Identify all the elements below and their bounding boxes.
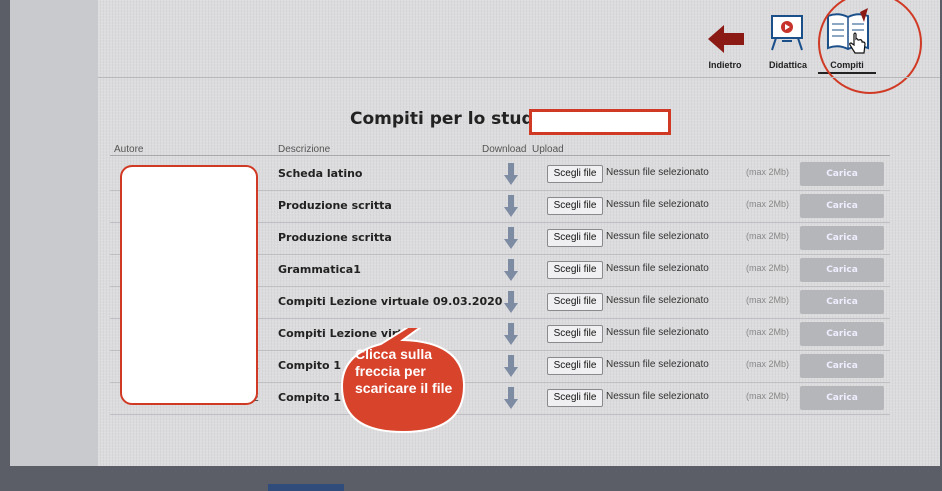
max-size-note: (max 2Mb) (746, 199, 790, 209)
nav-didattica-label: Didattica (768, 60, 807, 70)
app-screen: Indietro Didattica Compiti Compiti per l… (10, 0, 940, 466)
no-file-selected-text: Nessun file selezionato (606, 327, 709, 338)
no-file-selected-text: Nessun file selezionato (606, 391, 709, 402)
didattica-board-icon (771, 15, 803, 51)
download-arrow-icon[interactable] (504, 291, 518, 313)
nav-didattica-button[interactable]: Didattica (762, 8, 814, 70)
no-file-selected-text: Nessun file selezionato (606, 359, 709, 370)
max-size-note: (max 2Mb) (746, 231, 790, 241)
upload-button[interactable]: Carica (800, 386, 884, 410)
download-arrow-icon[interactable] (504, 163, 518, 185)
row-description: Compito 1 (278, 391, 342, 404)
student-name-redacted (529, 109, 671, 135)
header-divider (98, 77, 940, 78)
header-row-divider (110, 155, 890, 156)
download-arrow-icon[interactable] (504, 355, 518, 377)
choose-file-button[interactable]: Scegli file (547, 261, 603, 279)
left-margin-panel (10, 0, 98, 466)
download-arrow-icon[interactable] (504, 323, 518, 345)
choose-file-button[interactable]: Scegli file (547, 293, 603, 311)
choose-file-button[interactable]: Scegli file (547, 325, 603, 343)
choose-file-button[interactable]: Scegli file (547, 229, 603, 247)
callout-line-1: Clicca sulla (355, 346, 433, 362)
upload-button[interactable]: Carica (800, 226, 884, 250)
max-size-note: (max 2Mb) (746, 327, 790, 337)
download-arrow-icon[interactable] (504, 227, 518, 249)
choose-file-button[interactable]: Scegli file (547, 389, 603, 407)
back-arrow-icon (708, 25, 744, 53)
upload-button[interactable]: Carica (800, 258, 884, 282)
max-size-note: (max 2Mb) (746, 263, 790, 273)
choose-file-button[interactable]: Scegli file (547, 165, 603, 183)
nav-back-label: Indietro (708, 60, 742, 70)
callout-text: Clicca sulla freccia per scaricare il fi… (355, 346, 455, 397)
no-file-selected-text: Nessun file selezionato (606, 231, 709, 242)
column-header-autore: Autore (114, 144, 144, 155)
no-file-selected-text: Nessun file selezionato (606, 263, 709, 274)
author-redacted-box (120, 165, 258, 405)
row-description: Grammatica1 (278, 263, 361, 276)
taskbar-strip (268, 484, 344, 491)
callout-line-3: scaricare il file (355, 380, 453, 396)
column-header-download: Download (482, 144, 527, 155)
no-file-selected-text: Nessun file selezionato (606, 167, 709, 178)
upload-button[interactable]: Carica (800, 194, 884, 218)
row-description: Produzione scritta (278, 231, 392, 244)
download-arrow-icon[interactable] (504, 195, 518, 217)
column-header-upload: Upload (532, 144, 564, 155)
max-size-note: (max 2Mb) (746, 359, 790, 369)
column-header-descrizione: Descrizione (278, 144, 331, 155)
row-description: Compiti Lezione virtuale 09.03.2020 (278, 295, 503, 308)
upload-button[interactable]: Carica (800, 162, 884, 186)
max-size-note: (max 2Mb) (746, 295, 790, 305)
upload-button[interactable]: Carica (800, 322, 884, 346)
max-size-note: (max 2Mb) (746, 391, 790, 401)
choose-file-button[interactable]: Scegli file (547, 197, 603, 215)
row-description: Scheda latino (278, 167, 363, 180)
download-arrow-icon[interactable] (504, 387, 518, 409)
choose-file-button[interactable]: Scegli file (547, 357, 603, 375)
no-file-selected-text: Nessun file selezionato (606, 199, 709, 210)
upload-button[interactable]: Carica (800, 290, 884, 314)
nav-back-button[interactable]: Indietro (700, 8, 750, 70)
row-description: Compito 1 (278, 359, 342, 372)
no-file-selected-text: Nessun file selezionato (606, 295, 709, 306)
upload-button[interactable]: Carica (800, 354, 884, 378)
highlight-circle (818, 0, 922, 94)
callout-line-2: freccia per (355, 363, 426, 379)
download-arrow-icon[interactable] (504, 259, 518, 281)
max-size-note: (max 2Mb) (746, 167, 790, 177)
row-description: Produzione scritta (278, 199, 392, 212)
